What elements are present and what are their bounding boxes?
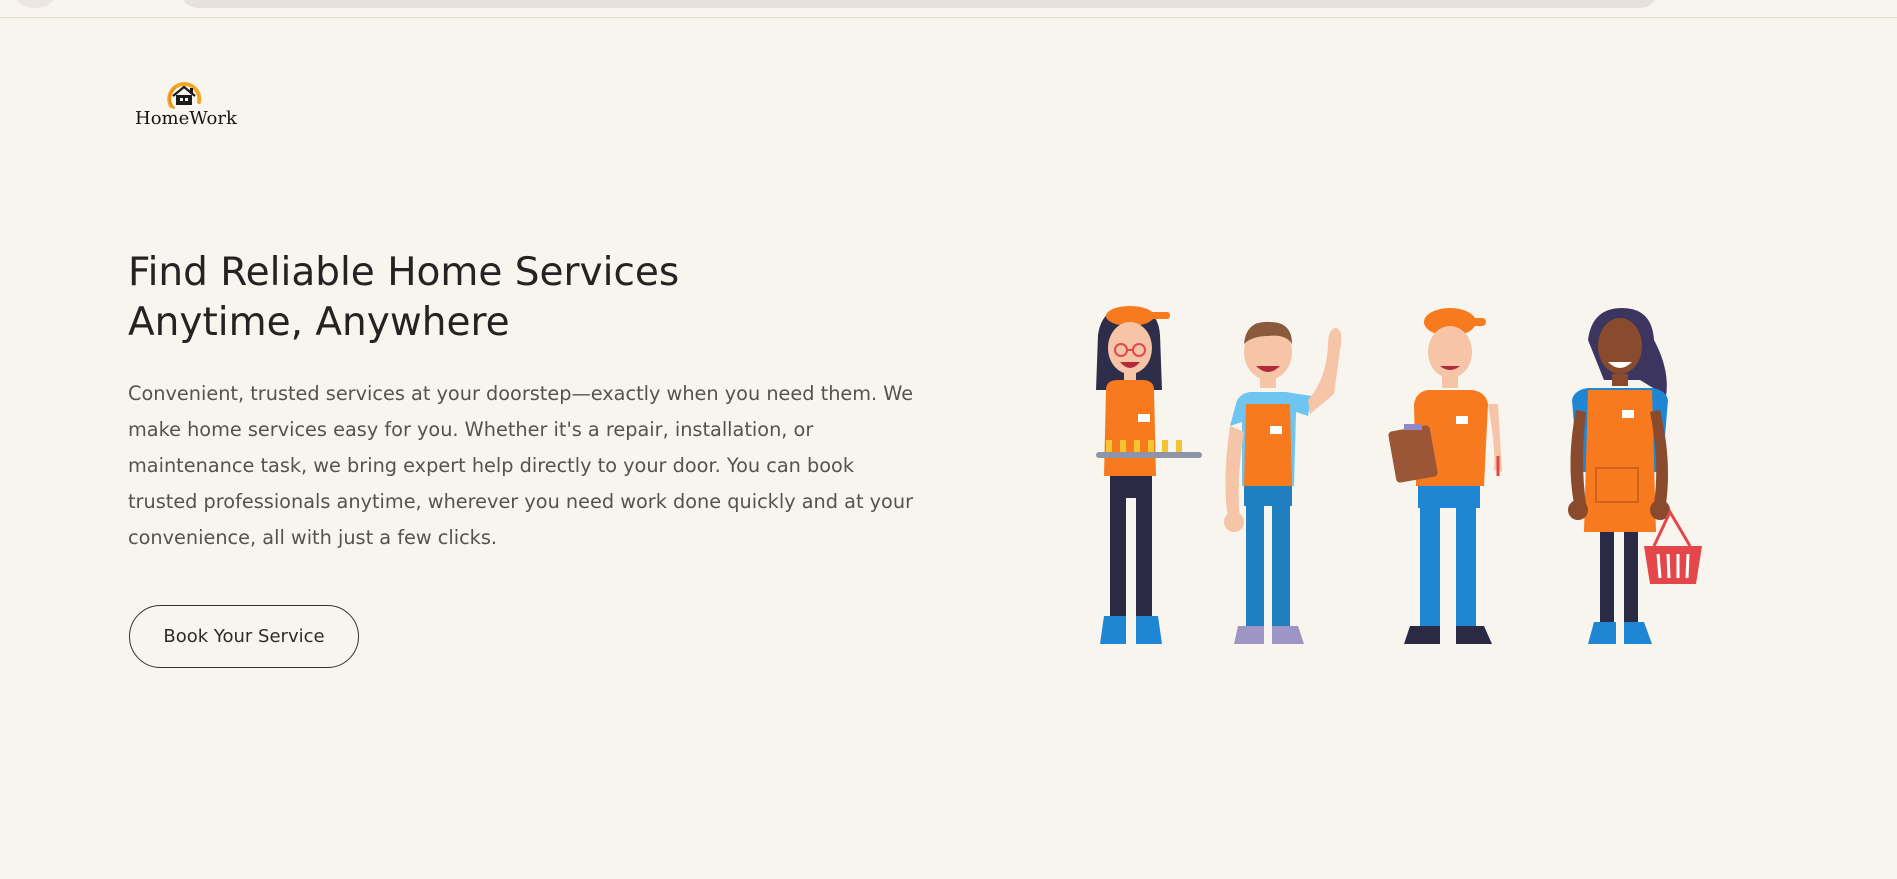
- book-your-service-button[interactable]: Book Your Service: [129, 605, 359, 668]
- worker-waving: [1224, 321, 1342, 644]
- homework-logo[interactable]: HomeWork: [133, 76, 243, 132]
- hero-title: Find Reliable Home Services Anytime, Any…: [128, 248, 778, 348]
- browser-top-strip: [0, 0, 1897, 18]
- service-workers-illustration: [1096, 306, 1702, 644]
- browser-address-bar[interactable]: [180, 0, 1658, 8]
- hero-title-line-1: Find Reliable Home Services: [128, 250, 680, 295]
- hero-title-line-2: Anytime, Anywhere: [128, 300, 510, 345]
- worker-with-clipboard: [1388, 308, 1502, 644]
- logo-wordmark: HomeWork: [135, 108, 237, 129]
- browser-button[interactable]: [14, 0, 56, 8]
- worker-with-basket: [1568, 308, 1702, 644]
- worker-with-tray: [1096, 306, 1202, 644]
- hero-description: Convenient, trusted services at your doo…: [128, 382, 914, 549]
